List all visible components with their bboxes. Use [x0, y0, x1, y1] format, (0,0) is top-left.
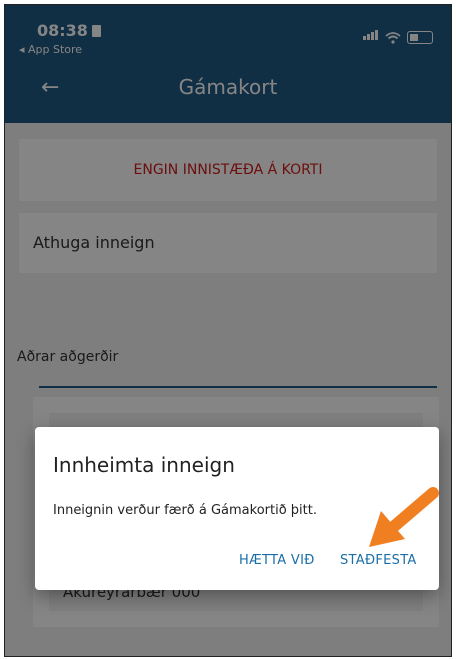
cancel-button[interactable]: HÆTTA VIÐ — [239, 553, 315, 568]
dialog-message: Inneignin verður færð á Gámakortið þitt. — [53, 503, 317, 518]
dialog-title: Innheimta inneign — [53, 453, 235, 477]
pointer-arrow-icon — [369, 487, 439, 547]
app-screen: 08:38 ◂ App Store ← Gámakort ENGIN INNIS… — [4, 4, 452, 657]
confirm-button[interactable]: STAÐFESTA — [340, 553, 417, 568]
